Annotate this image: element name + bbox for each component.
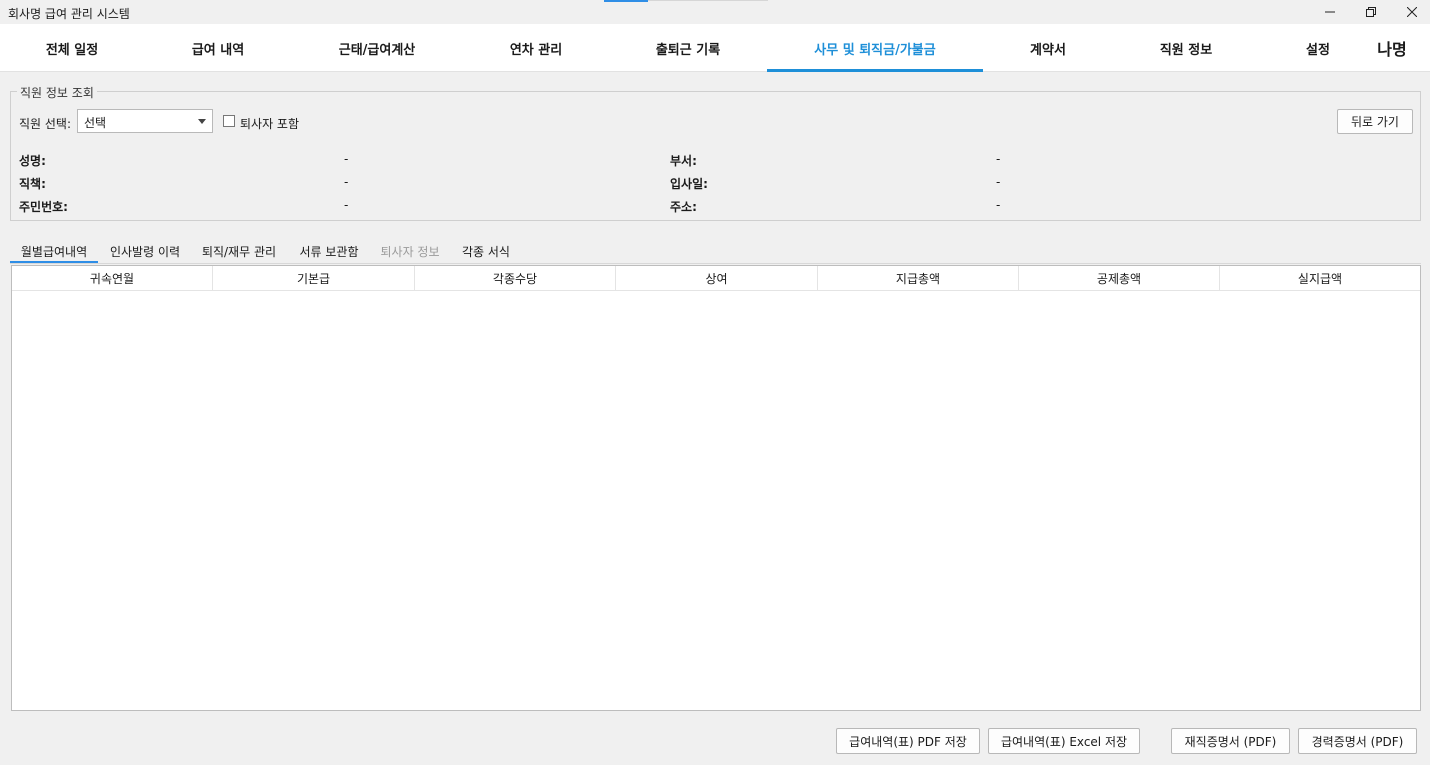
- resident-number-label: 주민번호:: [19, 200, 68, 214]
- dropdown-arrow-icon: [198, 119, 206, 124]
- window-title: 회사명 급여 관리 시스템: [8, 7, 130, 21]
- nav-tab-contract[interactable]: 계약서: [1008, 24, 1088, 72]
- nav-tab-payroll-history[interactable]: 급여 내역: [168, 24, 268, 72]
- nav-tab-attendance-calc[interactable]: 근태/급여계산: [317, 24, 437, 72]
- group-legend: 직원 정보 조회: [17, 84, 97, 101]
- address-label: 주소:: [670, 200, 697, 214]
- subtab-forms[interactable]: 각종 서식: [454, 240, 518, 262]
- position-value: -: [344, 175, 349, 189]
- nav-tab-settings[interactable]: 설정: [1288, 24, 1348, 72]
- column-header-allowances[interactable]: 각종수당: [415, 266, 616, 290]
- close-icon: [1407, 7, 1417, 17]
- career-certificate-button[interactable]: 경력증명서 (PDF): [1298, 728, 1417, 754]
- hire-date-value: -: [996, 175, 1001, 189]
- subtab-severance-finance[interactable]: 퇴직/재무 관리: [194, 240, 284, 262]
- top-navigation: 전체 일정 급여 내역 근태/급여계산 연차 관리 출퇴근 기록 사무 및 퇴직…: [0, 24, 1430, 72]
- nav-tab-office-severance[interactable]: 사무 및 퇴직금/가불금: [767, 24, 983, 72]
- subtab-personnel-history[interactable]: 인사발령 이력: [102, 240, 188, 262]
- save-payroll-pdf-button[interactable]: 급여내역(표) PDF 저장: [836, 728, 980, 754]
- minimize-button[interactable]: [1310, 0, 1350, 24]
- column-header-bonus[interactable]: 상여: [616, 266, 818, 290]
- title-divider-line: [648, 0, 768, 1]
- title-accent-line: [604, 0, 648, 2]
- close-button[interactable]: [1392, 0, 1430, 24]
- employee-select-value: 선택: [84, 116, 107, 130]
- hire-date-label: 입사일:: [670, 177, 708, 191]
- department-label: 부서:: [670, 154, 697, 168]
- restore-button[interactable]: [1351, 0, 1391, 24]
- nav-tab-schedule[interactable]: 전체 일정: [22, 24, 122, 72]
- restore-icon: [1366, 7, 1376, 17]
- column-header-gross-pay[interactable]: 지급총액: [818, 266, 1019, 290]
- subtab-active-indicator: [10, 261, 98, 263]
- employee-info-group: 직원 정보 조회 직원 선택: 선택 퇴사자 포함 뒤로 가기 성명: - 직책…: [10, 84, 1421, 221]
- department-value: -: [996, 152, 1001, 166]
- subtab-document-box[interactable]: 서류 보관함: [292, 240, 366, 262]
- resident-number-value: -: [344, 198, 349, 212]
- title-bar: 회사명 급여 관리 시스템: [0, 0, 1430, 24]
- back-button[interactable]: 뒤로 가기: [1337, 109, 1413, 134]
- minimize-icon: [1325, 11, 1335, 13]
- include-retired-checkbox[interactable]: [223, 115, 235, 127]
- employee-select-label: 직원 선택:: [19, 117, 72, 131]
- subtab-monthly-payroll[interactable]: 월별급여내역: [10, 240, 98, 262]
- position-label: 직책:: [19, 177, 46, 191]
- include-retired-label[interactable]: 퇴사자 포함: [240, 115, 299, 132]
- subtab-retired-info: 퇴사자 정보: [380, 244, 440, 259]
- company-logo: 나명: [1377, 40, 1407, 59]
- save-payroll-excel-button[interactable]: 급여내역(표) Excel 저장: [988, 728, 1140, 754]
- subtab-baseline: [10, 263, 1421, 264]
- address-value: -: [996, 198, 1001, 212]
- nav-tab-commute-log[interactable]: 출퇴근 기록: [630, 24, 746, 72]
- column-header-net-pay[interactable]: 실지급액: [1220, 266, 1420, 290]
- nav-tab-annual-leave[interactable]: 연차 관리: [486, 24, 586, 72]
- nav-tab-employee-info[interactable]: 직원 정보: [1138, 24, 1234, 72]
- name-value: -: [344, 152, 349, 166]
- table-header: 귀속연월 기본급 각종수당 상여 지급총액 공제총액 실지급액: [12, 266, 1420, 291]
- payroll-table[interactable]: 귀속연월 기본급 각종수당 상여 지급총액 공제총액 실지급액: [11, 265, 1421, 711]
- column-header-month[interactable]: 귀속연월: [12, 266, 213, 290]
- column-header-deductions[interactable]: 공제총액: [1019, 266, 1220, 290]
- employee-select-dropdown[interactable]: 선택: [77, 109, 213, 133]
- name-label: 성명:: [19, 154, 46, 168]
- active-tab-indicator: [767, 69, 983, 72]
- column-header-base-pay[interactable]: 기본급: [213, 266, 415, 290]
- employment-certificate-button[interactable]: 재직증명서 (PDF): [1171, 728, 1290, 754]
